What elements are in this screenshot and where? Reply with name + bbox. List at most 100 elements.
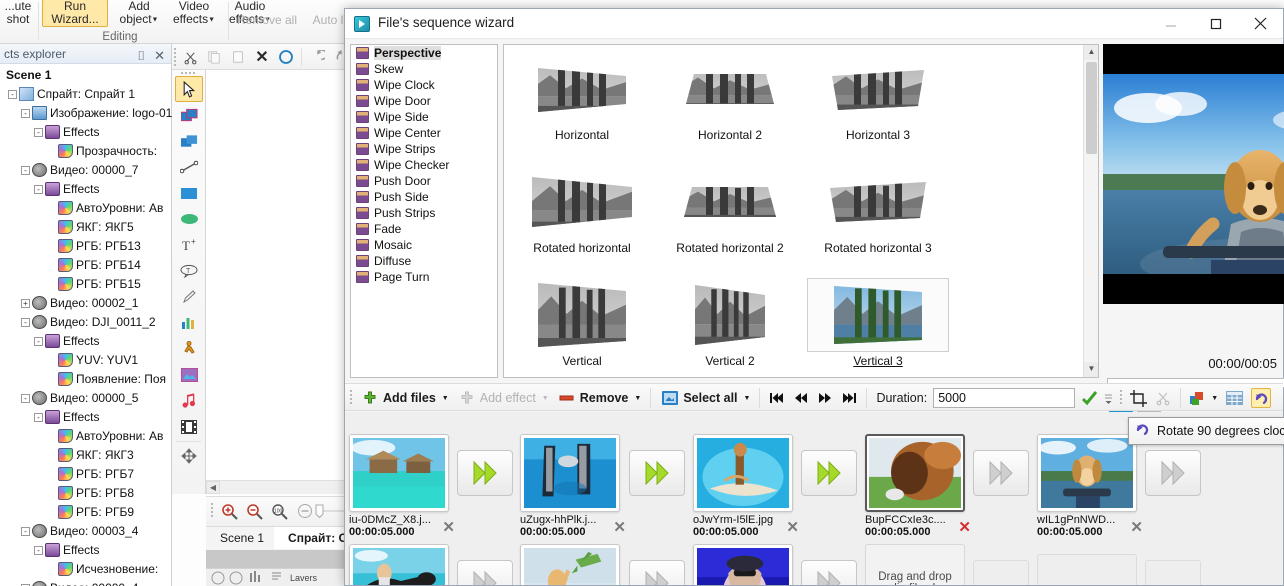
tree-item[interactable]: РГБ: РГБ14 [2,256,171,275]
effect-list-item[interactable]: Wipe Door [351,93,497,109]
duplicate-layer-icon[interactable] [175,102,203,128]
tree-item[interactable]: АвтоУровни: Ав [2,199,171,218]
clip-remove-icon[interactable]: ✕ [1130,518,1143,536]
clip-thumbnail[interactable] [520,434,620,512]
clip-remove-icon[interactable]: ✕ [613,518,626,536]
effect-list-item[interactable]: Push Side [351,189,497,205]
clip-thumbnail[interactable] [349,434,449,512]
chevron-down-icon[interactable]: ▼ [442,395,449,402]
ellipse-tool-icon[interactable] [274,46,298,68]
tree-expander[interactable]: - [21,109,30,118]
tree-item[interactable]: - Effects [2,408,171,427]
effect-list-item[interactable]: Fade [351,221,497,237]
zoom-in-icon[interactable] [217,498,242,524]
edit-tools-grip[interactable] [1117,387,1125,409]
tree-item[interactable]: - Видео: DJI_0011_2 [2,313,171,332]
tree-expander[interactable]: - [34,185,43,194]
chart-tool-icon[interactable] [175,310,203,336]
clip-thumbnail[interactable] [865,434,965,512]
close-icon[interactable] [1238,9,1283,38]
preset-thumbnail[interactable]: Vertical 3 [807,278,949,368]
ribbon-btn-video-effects[interactable]: Video effects▼ [166,0,222,26]
pen-tool-icon[interactable] [175,284,203,310]
preset-thumbnail[interactable]: Horizontal 3 [808,53,948,142]
move-tool-icon[interactable] [175,443,203,469]
preset-thumbnail[interactable]: Rotated horizontal [512,166,652,255]
paste-icon[interactable] [226,46,250,68]
tree-item[interactable]: ЯКГ: ЯКГ3 [2,446,171,465]
add-files-button[interactable]: Add files ▼ [356,385,453,411]
tree-item[interactable]: РГБ: РГБ8 [2,484,171,503]
scroll-up-icon[interactable]: ▲ [1084,45,1098,60]
dialog-title-bar[interactable]: File's sequence wizard [345,9,1283,39]
tree-item[interactable]: РГБ: РГБ15 [2,275,171,294]
tree-expander[interactable]: - [21,394,30,403]
tree-item[interactable]: Прозрачность: [2,142,171,161]
filmstrip-clip[interactable]: wIL1gPnNWD... 00:00:05.000 ✕ [1037,434,1143,538]
tree-item[interactable]: - Effects [2,123,171,142]
grid-button[interactable] [1222,385,1247,411]
effects-list[interactable]: Perspective Skew Wipe Clock Wipe Door Wipe S… [350,44,498,378]
effect-list-item[interactable]: Wipe Checker [351,157,497,173]
tree-item[interactable]: - Effects [2,180,171,199]
filmstrip-clip[interactable]: oJwYrm-I5lE.jpg 00:00:05.000 ✕ [693,434,799,538]
nav-last-button[interactable] [837,385,861,411]
transition-button[interactable] [1145,450,1201,496]
select-all-button[interactable]: Select all ▼ [656,385,754,411]
preset-thumbnail[interactable]: Rotated horizontal 3 [808,166,948,255]
tree-item[interactable]: РГБ: РГБ13 [2,237,171,256]
effect-list-item[interactable]: Mosaic [351,237,497,253]
minimize-icon[interactable] [1148,9,1193,38]
nav-first-button[interactable] [765,385,789,411]
tree-item[interactable]: Появление: Поя [2,370,171,389]
undo-icon[interactable] [305,46,329,68]
effect-list-item[interactable]: Wipe Strips [351,141,497,157]
clip-thumbnail[interactable] [693,544,793,585]
clip-remove-icon[interactable]: ✕ [786,518,799,536]
tree-expander[interactable]: - [21,318,30,327]
drop-zone[interactable]: Drag and drop media files here [865,544,965,585]
filmstrip-clip[interactable]: iu-0DMcZ_X8.j... 00:00:05.000 ✕ [349,434,455,538]
tab-scene-1[interactable]: Scene 1 [206,527,274,549]
effect-list-item[interactable]: Diffuse [351,253,497,269]
clip-remove-icon[interactable]: ✕ [442,518,455,536]
select-tool-icon[interactable] [175,76,203,102]
audio-tool-icon[interactable] [175,388,203,414]
tree-item[interactable]: -Видео: 00000_4 [2,579,171,586]
callout-tool-icon[interactable]: T [175,258,203,284]
ribbon-btn-remove-all[interactable]: Remove all [232,14,302,27]
effect-list-item[interactable]: Push Door [351,173,497,189]
close-icon[interactable]: ✕ [154,46,165,66]
tree-item[interactable]: РГБ: РГБ7 [2,465,171,484]
copy-icon[interactable] [202,46,226,68]
tree-item[interactable]: - Видео: 00003_4 [2,522,171,541]
tree-item[interactable]: - Спрайт: Спрайт 1 [2,85,171,104]
empty-slot[interactable] [973,560,1029,585]
clip-thumbnail[interactable] [693,434,793,512]
zoom-100-icon[interactable]: 100 [267,498,292,524]
tree-expander[interactable]: - [34,128,43,137]
tree-expander[interactable]: - [8,90,17,99]
chevron-down-icon[interactable]: ▼ [542,395,549,402]
clip-toolbar-grip[interactable] [347,387,354,409]
effect-list-item[interactable]: Wipe Clock [351,77,497,93]
scroll-thumb[interactable] [1086,62,1097,154]
image-tool-icon[interactable] [175,362,203,388]
nav-prev-button[interactable] [789,385,813,411]
colors-button[interactable]: ▼ [1186,385,1222,411]
filmstrip-clip[interactable]: uZugx-hhPlk.j... 00:00:05.000 ✕ [520,434,626,538]
tree-item[interactable]: ЯКГ: ЯКГ5 [2,218,171,237]
pin-icon[interactable]: ⌷ [137,46,145,66]
clip-thumbnail[interactable] [1037,434,1137,512]
tree-item[interactable]: - Effects [2,332,171,351]
animation-tool-icon[interactable] [175,336,203,362]
tree-expander[interactable]: - [34,337,43,346]
clip-thumbnail[interactable] [349,544,449,585]
tree-expander[interactable]: - [21,166,30,175]
preset-thumbnail[interactable]: Rotated horizontal 2 [660,166,800,255]
transition-button[interactable] [629,450,685,496]
cut-icon[interactable] [178,46,202,68]
preset-thumbnail[interactable]: Horizontal [512,53,652,142]
tree-item[interactable]: АвтоУровни: Ав [2,427,171,446]
effect-list-item[interactable]: Perspective [351,45,497,61]
